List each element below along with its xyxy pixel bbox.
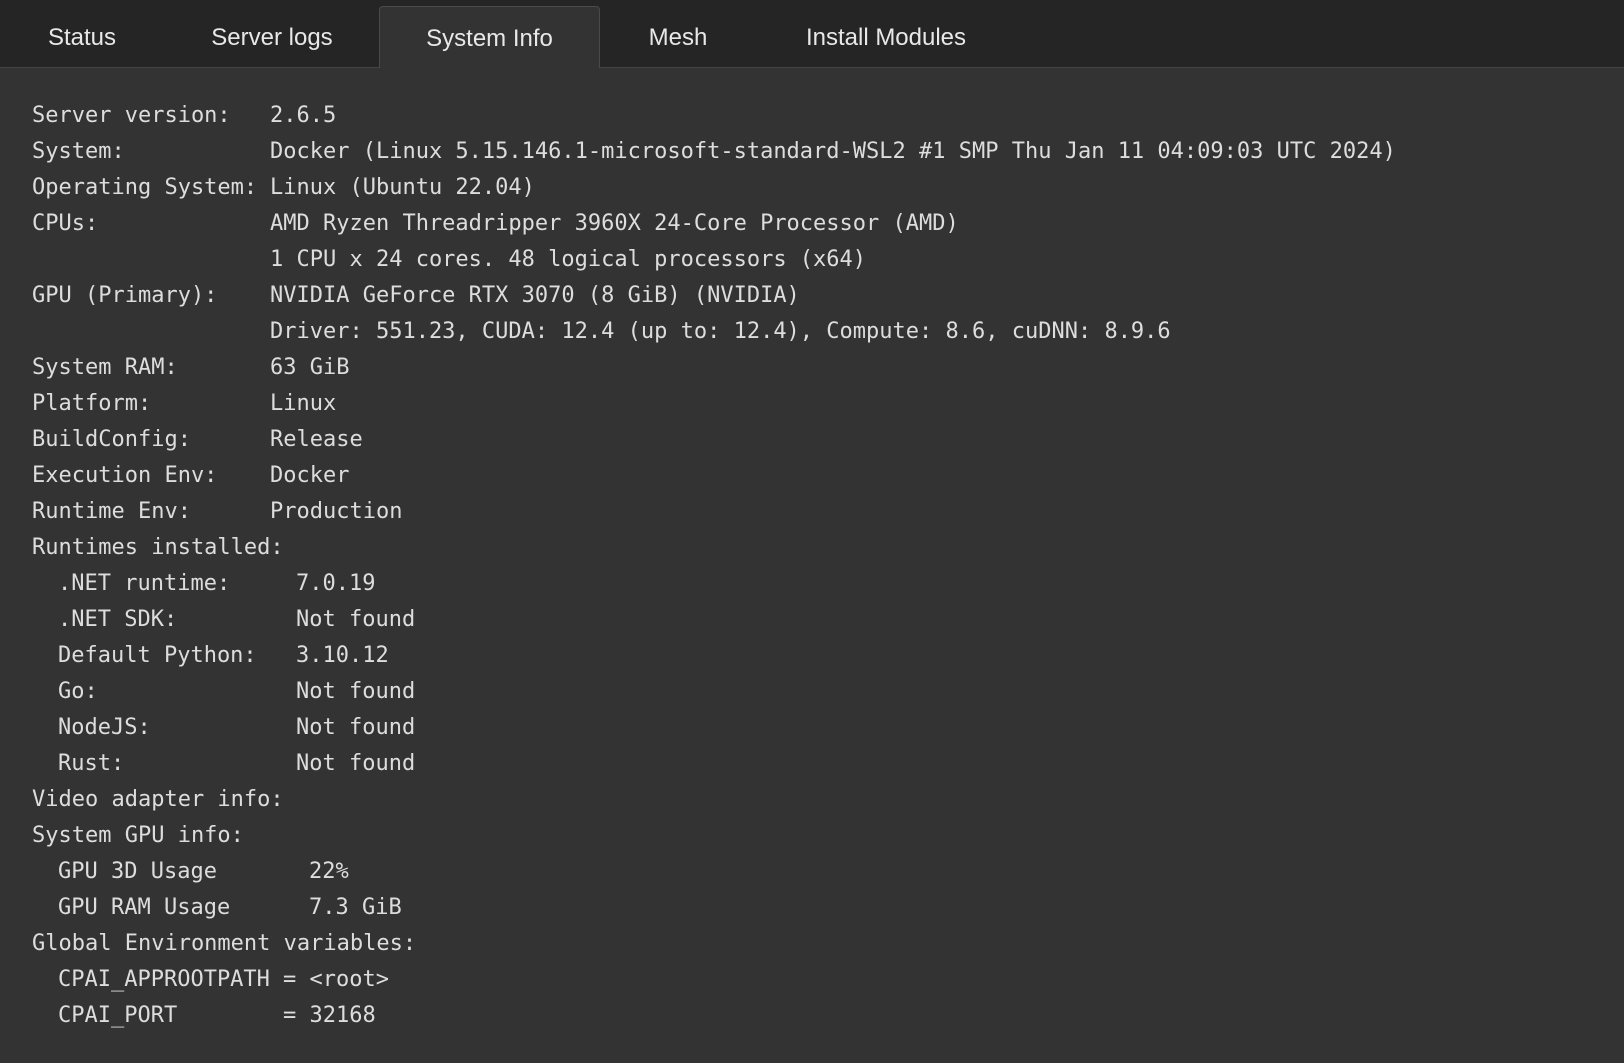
runtime-row: .NET runtime: 7.0.19 xyxy=(32,566,1396,602)
env-var-name: CPAI_APPROOTPATH xyxy=(58,967,270,992)
info-label: System RAM: xyxy=(32,355,178,380)
info-row-build-config: BuildConfig: Release xyxy=(32,422,1396,458)
env-var-row: CPAI_PORT = 32168 xyxy=(32,998,1396,1034)
env-var-row: CPAI_APPROOTPATH = <root> xyxy=(32,962,1396,998)
runtime-row: .NET SDK: Not found xyxy=(32,602,1396,638)
gpu-info-label: GPU RAM Usage xyxy=(58,895,231,920)
env-vars-header: Global Environment variables: xyxy=(32,931,417,956)
info-label: Execution Env: xyxy=(32,463,218,488)
info-row-cpus: CPUs: AMD Ryzen Threadripper 3960X 24-Co… xyxy=(32,206,1396,242)
info-row-system: System: Docker (Linux 5.15.146.1-microso… xyxy=(32,134,1396,170)
info-row-runtime-env: Runtime Env: Production xyxy=(32,494,1396,530)
env-var-value: = 32168 xyxy=(283,1003,376,1028)
info-value: Docker xyxy=(270,463,350,488)
runtime-label: NodeJS: xyxy=(58,715,151,740)
tab-status[interactable]: Status xyxy=(22,6,142,68)
info-label: Runtime Env: xyxy=(32,499,191,524)
env-var-value: = <root> xyxy=(283,967,389,992)
info-label: Platform: xyxy=(32,391,152,416)
info-row-os: Operating System: Linux (Ubuntu 22.04) xyxy=(32,170,1396,206)
tab-mesh[interactable]: Mesh xyxy=(630,6,726,68)
system-info-panel: Server version: 2.6.5 System: Docker (Li… xyxy=(0,68,1624,1063)
info-label: BuildConfig: xyxy=(32,427,191,452)
info-row-ram: System RAM: 63 GiB xyxy=(32,350,1396,386)
runtime-value: Not found xyxy=(296,679,416,704)
info-label: CPUs: xyxy=(32,211,99,236)
runtime-row: Default Python: 3.10.12 xyxy=(32,638,1396,674)
info-label: Server version: xyxy=(32,103,231,128)
info-row-cpus-detail: 1 CPU x 24 cores. 48 logical processors … xyxy=(32,242,1396,278)
info-value: 2.6.5 xyxy=(270,103,337,128)
gpu-info-row: GPU 3D Usage 22% xyxy=(32,854,1396,890)
info-value: Linux (Ubuntu 22.04) xyxy=(270,175,535,200)
system-info-text: Server version: 2.6.5 System: Docker (Li… xyxy=(32,98,1396,1034)
info-value: Driver: 551.23, CUDA: 12.4 (up to: 12.4)… xyxy=(270,319,1171,344)
info-value: Production xyxy=(270,499,403,524)
tab-bar: Status Server logs System Info Mesh Inst… xyxy=(0,0,1624,69)
video-adapter-header: Video adapter info: xyxy=(32,787,284,812)
info-value: 63 GiB xyxy=(270,355,350,380)
gpu-info-value: 7.3 GiB xyxy=(309,895,402,920)
info-label: GPU (Primary): xyxy=(32,283,218,308)
info-row-execution-env: Execution Env: Docker xyxy=(32,458,1396,494)
runtime-value: Not found xyxy=(296,751,416,776)
info-value: Release xyxy=(270,427,363,452)
info-row-server-version: Server version: 2.6.5 xyxy=(32,98,1396,134)
info-value: NVIDIA GeForce RTX 3070 (8 GiB) (NVIDIA) xyxy=(270,283,800,308)
info-value: AMD Ryzen Threadripper 3960X 24-Core Pro… xyxy=(270,211,959,236)
info-row-platform: Platform: Linux xyxy=(32,386,1396,422)
runtime-value: Not found xyxy=(296,607,416,632)
tab-server-logs[interactable]: Server logs xyxy=(188,6,356,68)
info-value: 1 CPU x 24 cores. 48 logical processors … xyxy=(270,247,867,272)
tab-install-modules[interactable]: Install Modules xyxy=(788,6,984,68)
runtime-label: Go: xyxy=(58,679,98,704)
info-row-gpu-detail: Driver: 551.23, CUDA: 12.4 (up to: 12.4)… xyxy=(32,314,1396,350)
runtime-value: 7.0.19 xyxy=(296,571,376,596)
info-label: Operating System: xyxy=(32,175,258,200)
runtime-row: Go: Not found xyxy=(32,674,1396,710)
runtime-label: .NET SDK: xyxy=(58,607,178,632)
gpu-info-value: 22% xyxy=(309,859,349,884)
runtime-label: Default Python: xyxy=(58,643,257,668)
info-row-gpu: GPU (Primary): NVIDIA GeForce RTX 3070 (… xyxy=(32,278,1396,314)
runtime-value: Not found xyxy=(296,715,416,740)
info-value: Linux xyxy=(270,391,337,416)
tab-system-info[interactable]: System Info xyxy=(379,6,600,69)
runtime-label: Rust: xyxy=(58,751,125,776)
gpu-info-row: GPU RAM Usage 7.3 GiB xyxy=(32,890,1396,926)
info-value: Docker (Linux 5.15.146.1-microsoft-stand… xyxy=(270,139,1396,164)
info-label: System: xyxy=(32,139,125,164)
runtime-label: .NET runtime: xyxy=(58,571,231,596)
gpu-info-label: GPU 3D Usage xyxy=(58,859,217,884)
gpu-info-header: System GPU info: xyxy=(32,823,244,848)
runtime-row: Rust: Not found xyxy=(32,746,1396,782)
runtimes-header: Runtimes installed: xyxy=(32,535,284,560)
runtime-row: NodeJS: Not found xyxy=(32,710,1396,746)
runtime-value: 3.10.12 xyxy=(296,643,389,668)
env-var-name: CPAI_PORT xyxy=(58,1003,178,1028)
